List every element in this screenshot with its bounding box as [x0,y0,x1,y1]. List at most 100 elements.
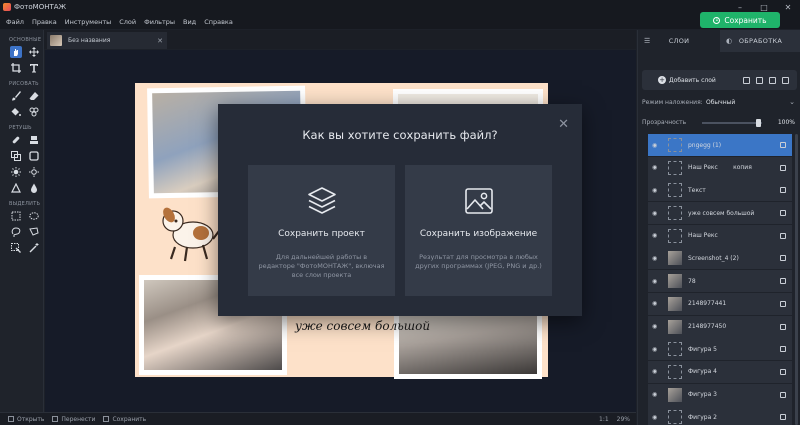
layer-item[interactable]: ◉ уже совсем большой [648,202,792,225]
layer-item[interactable]: ◉ Фигура 4 [648,360,792,383]
lock-icon[interactable] [780,391,786,398]
burn-tool[interactable] [28,166,40,178]
lock-icon[interactable] [780,187,786,194]
save-image-option[interactable]: Сохранить изображение Результат для прос… [405,165,552,296]
menu-edit[interactable]: Правка [32,18,57,26]
eye-icon[interactable]: ◉ [652,164,662,171]
lock-icon[interactable] [780,210,786,217]
layer-item[interactable]: ◉ Наш Рекс копия [648,156,792,179]
dodge-tool[interactable] [10,166,22,178]
layer-item[interactable]: ◉ Наш Рекс [648,224,792,247]
eye-icon[interactable]: ◉ [652,346,662,353]
adjust-icon: ◐ [726,37,733,45]
blend-mode-select[interactable]: Обычный [706,99,735,106]
layer-item[interactable]: ◉ Фигура 2 [648,406,792,425]
tab-layers[interactable]: ☰ СЛОИ [638,30,720,52]
eye-icon[interactable]: ◉ [652,255,662,262]
menu-layer[interactable]: Слой [119,18,136,26]
menu-tools[interactable]: Инструменты [65,18,112,26]
layer-item[interactable]: ◉ Screenshot_4 (2) [648,247,792,270]
magic-select-tool[interactable] [10,242,22,254]
close-window-icon[interactable]: ✕ [776,0,800,14]
eye-icon[interactable]: ◉ [652,232,662,239]
layer-thumbnail [668,319,682,334]
eye-icon[interactable]: ◉ [652,300,662,307]
clone-tool[interactable] [10,150,22,162]
chevron-down-icon[interactable]: ⌄ [789,98,795,106]
layers-scrollbar[interactable] [795,134,798,425]
layers-list: ◉ pngegg (1) ◉ Наш Рекс копия ◉ Текст ◉ [648,134,792,425]
status-save-button[interactable]: Сохранить [103,416,146,423]
zoom-level[interactable]: 29% [617,416,630,423]
layer-item[interactable]: ◉ Текст [648,179,792,202]
dialog-close-icon[interactable]: ✕ [558,118,569,131]
lock-icon[interactable] [780,232,786,239]
eye-icon[interactable]: ◉ [652,368,662,375]
eye-icon[interactable]: ◉ [652,414,662,421]
lock-icon[interactable] [780,346,786,353]
heal-tool[interactable] [10,134,22,146]
layer-thumbnail [668,160,682,175]
text-tool[interactable] [28,62,40,74]
duplicate-icon[interactable] [769,76,776,84]
save-button[interactable]: ↓ Сохранить [700,12,780,28]
stamp-tool[interactable] [28,134,40,146]
sharpen-tool[interactable] [10,182,22,194]
zoom-ratio-button[interactable]: 1:1 [599,416,609,423]
eye-icon[interactable]: ◉ [652,278,662,285]
eye-icon[interactable]: ◉ [652,210,662,217]
layer-item[interactable]: ◉ Фигура 3 [648,383,792,406]
sun-outline-icon [29,167,39,177]
add-layer-button[interactable]: + Добавить слой [642,70,797,90]
eye-icon[interactable]: ◉ [652,323,662,330]
close-tab-icon[interactable]: ✕ [157,37,163,45]
menu-filters[interactable]: Фильтры [144,18,175,26]
eye-icon[interactable]: ◉ [652,391,662,398]
polygon-lasso-tool[interactable] [28,226,40,238]
brush-tool[interactable] [10,90,22,102]
magic-wand-tool[interactable] [28,242,40,254]
lock-icon[interactable] [780,368,786,375]
save-project-option[interactable]: Сохранить проект Для дальнейшей работы в… [248,165,395,296]
lock-icon[interactable] [780,278,786,285]
save-image-title: Сохранить изображение [419,229,538,239]
trash-icon[interactable] [782,76,789,84]
menu-file[interactable]: Файл [6,18,24,26]
layer-item[interactable]: ◉ 2148977450 [648,315,792,338]
layer-item[interactable]: ◉ Фигура 5 [648,338,792,361]
status-move-button[interactable]: Перенести [52,416,95,423]
eye-icon[interactable]: ◉ [652,142,662,149]
pattern-tool[interactable] [28,106,40,118]
ellipse-select-tool[interactable] [28,210,40,222]
menu-help[interactable]: Справка [204,18,233,26]
lasso-tool[interactable] [10,226,22,238]
folder-icon[interactable] [756,76,763,84]
hand-tool[interactable] [10,46,22,58]
opacity-slider-handle[interactable] [756,119,761,127]
lock-icon[interactable] [780,323,786,330]
eraser-tool[interactable] [28,90,40,102]
opacity-slider[interactable] [702,122,762,124]
lock-icon[interactable] [780,255,786,262]
layer-item[interactable]: ◉ 2148977441 [648,292,792,315]
menu-view[interactable]: Вид [183,18,196,26]
move-tool[interactable] [28,46,40,58]
document-tab[interactable]: Без названия ✕ [47,32,167,49]
blur-tool[interactable] [28,182,40,194]
brush-icon [12,91,21,101]
add-image-icon[interactable] [743,76,750,84]
tab-processing[interactable]: ◐ ОБРАБОТКА [720,30,800,52]
frame-tool[interactable] [28,150,40,162]
lock-icon[interactable] [780,300,786,307]
status-open-button[interactable]: Открыть [8,416,44,423]
crop-tool[interactable] [10,62,22,74]
lock-icon[interactable] [780,164,786,171]
lock-icon[interactable] [780,414,786,421]
layer-item[interactable]: ◉ 78 [648,270,792,293]
lock-icon[interactable] [780,142,786,148]
eye-icon[interactable]: ◉ [652,187,662,194]
layer-item[interactable]: ◉ pngegg (1) [648,134,792,156]
fill-tool[interactable] [10,106,22,118]
layer-name: Фигура 4 [688,368,717,376]
rect-select-tool[interactable] [10,210,22,222]
